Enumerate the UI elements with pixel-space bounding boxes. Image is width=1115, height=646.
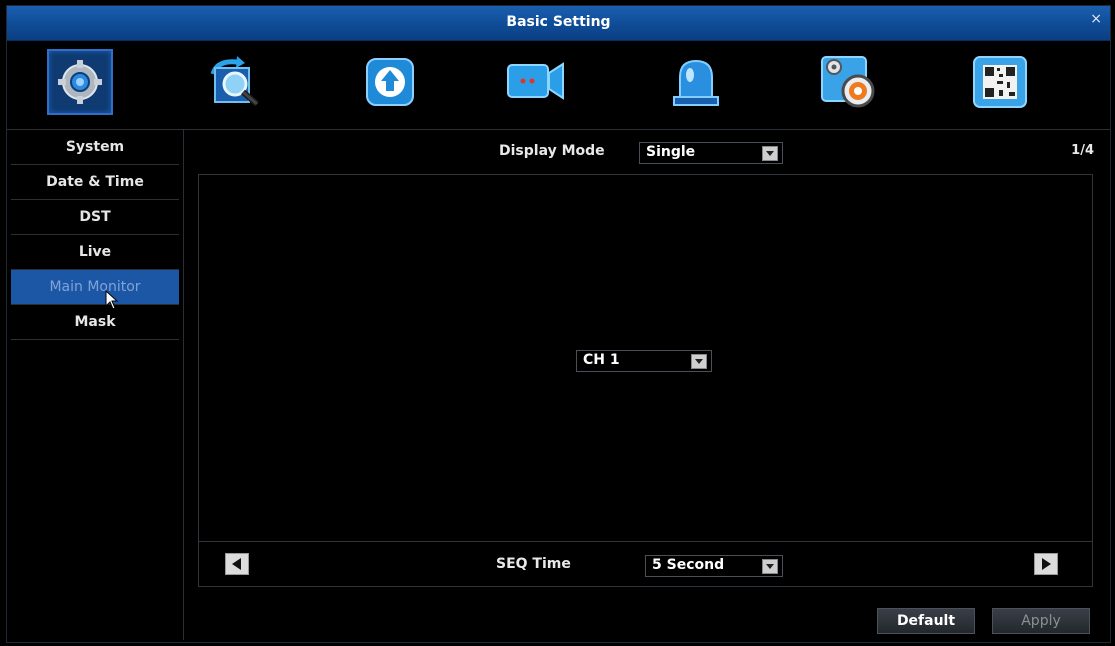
sidebar-item-mask[interactable]: Mask [11, 305, 179, 340]
seq-time-value: 5 Second [652, 557, 725, 573]
main-monitor-panel: Display Mode Single 1/4 CH 1 SEQ Time 5 … [184, 130, 1110, 640]
title-bar: Basic Setting × [7, 6, 1110, 41]
display-mode-label: Display Mode [499, 143, 605, 159]
sidebar-item-system[interactable]: System [11, 130, 179, 165]
sidebar-item-dst[interactable]: DST [11, 200, 179, 235]
sidebar-item-date-time[interactable]: Date & Time [11, 165, 179, 200]
chevron-down-icon [762, 559, 778, 574]
chevron-down-icon [762, 146, 778, 161]
apply-button[interactable]: Apply [992, 608, 1090, 634]
sidebar-item-main-monitor[interactable]: Main Monitor [11, 270, 179, 305]
info-qrcode-icon[interactable] [967, 49, 1033, 115]
seq-time-bar: SEQ Time 5 Second [198, 542, 1093, 587]
seq-time-select[interactable]: 5 Second [645, 555, 783, 577]
settings-window: Basic Setting × System Date & Time DST L… [6, 5, 1111, 643]
next-page-button[interactable] [1034, 553, 1058, 575]
category-toolbar [7, 41, 1110, 130]
monitor-preview-area: CH 1 [198, 174, 1093, 542]
settings-sidebar: System Date & Time DST Live Main Monitor… [7, 130, 184, 640]
previous-page-button[interactable] [225, 553, 249, 575]
page-indicator: 1/4 [1071, 143, 1094, 158]
default-button[interactable]: Default [877, 608, 975, 634]
record-camera-icon[interactable] [503, 49, 569, 115]
close-icon[interactable]: × [1090, 11, 1102, 27]
display-mode-select[interactable]: Single [639, 142, 783, 164]
seq-time-label: SEQ Time [496, 556, 571, 572]
system-settings-icon[interactable] [47, 49, 113, 115]
sidebar-item-live[interactable]: Live [11, 235, 179, 270]
display-mode-value: Single [646, 144, 696, 160]
window-title: Basic Setting [506, 14, 611, 30]
chevron-down-icon [691, 354, 707, 369]
advanced-settings-icon[interactable] [815, 49, 881, 115]
alarm-siren-icon[interactable] [663, 49, 729, 115]
search-playback-icon[interactable] [203, 49, 269, 115]
channel-value: CH 1 [583, 352, 620, 368]
backup-upload-icon[interactable] [357, 49, 423, 115]
channel-select[interactable]: CH 1 [576, 350, 712, 372]
